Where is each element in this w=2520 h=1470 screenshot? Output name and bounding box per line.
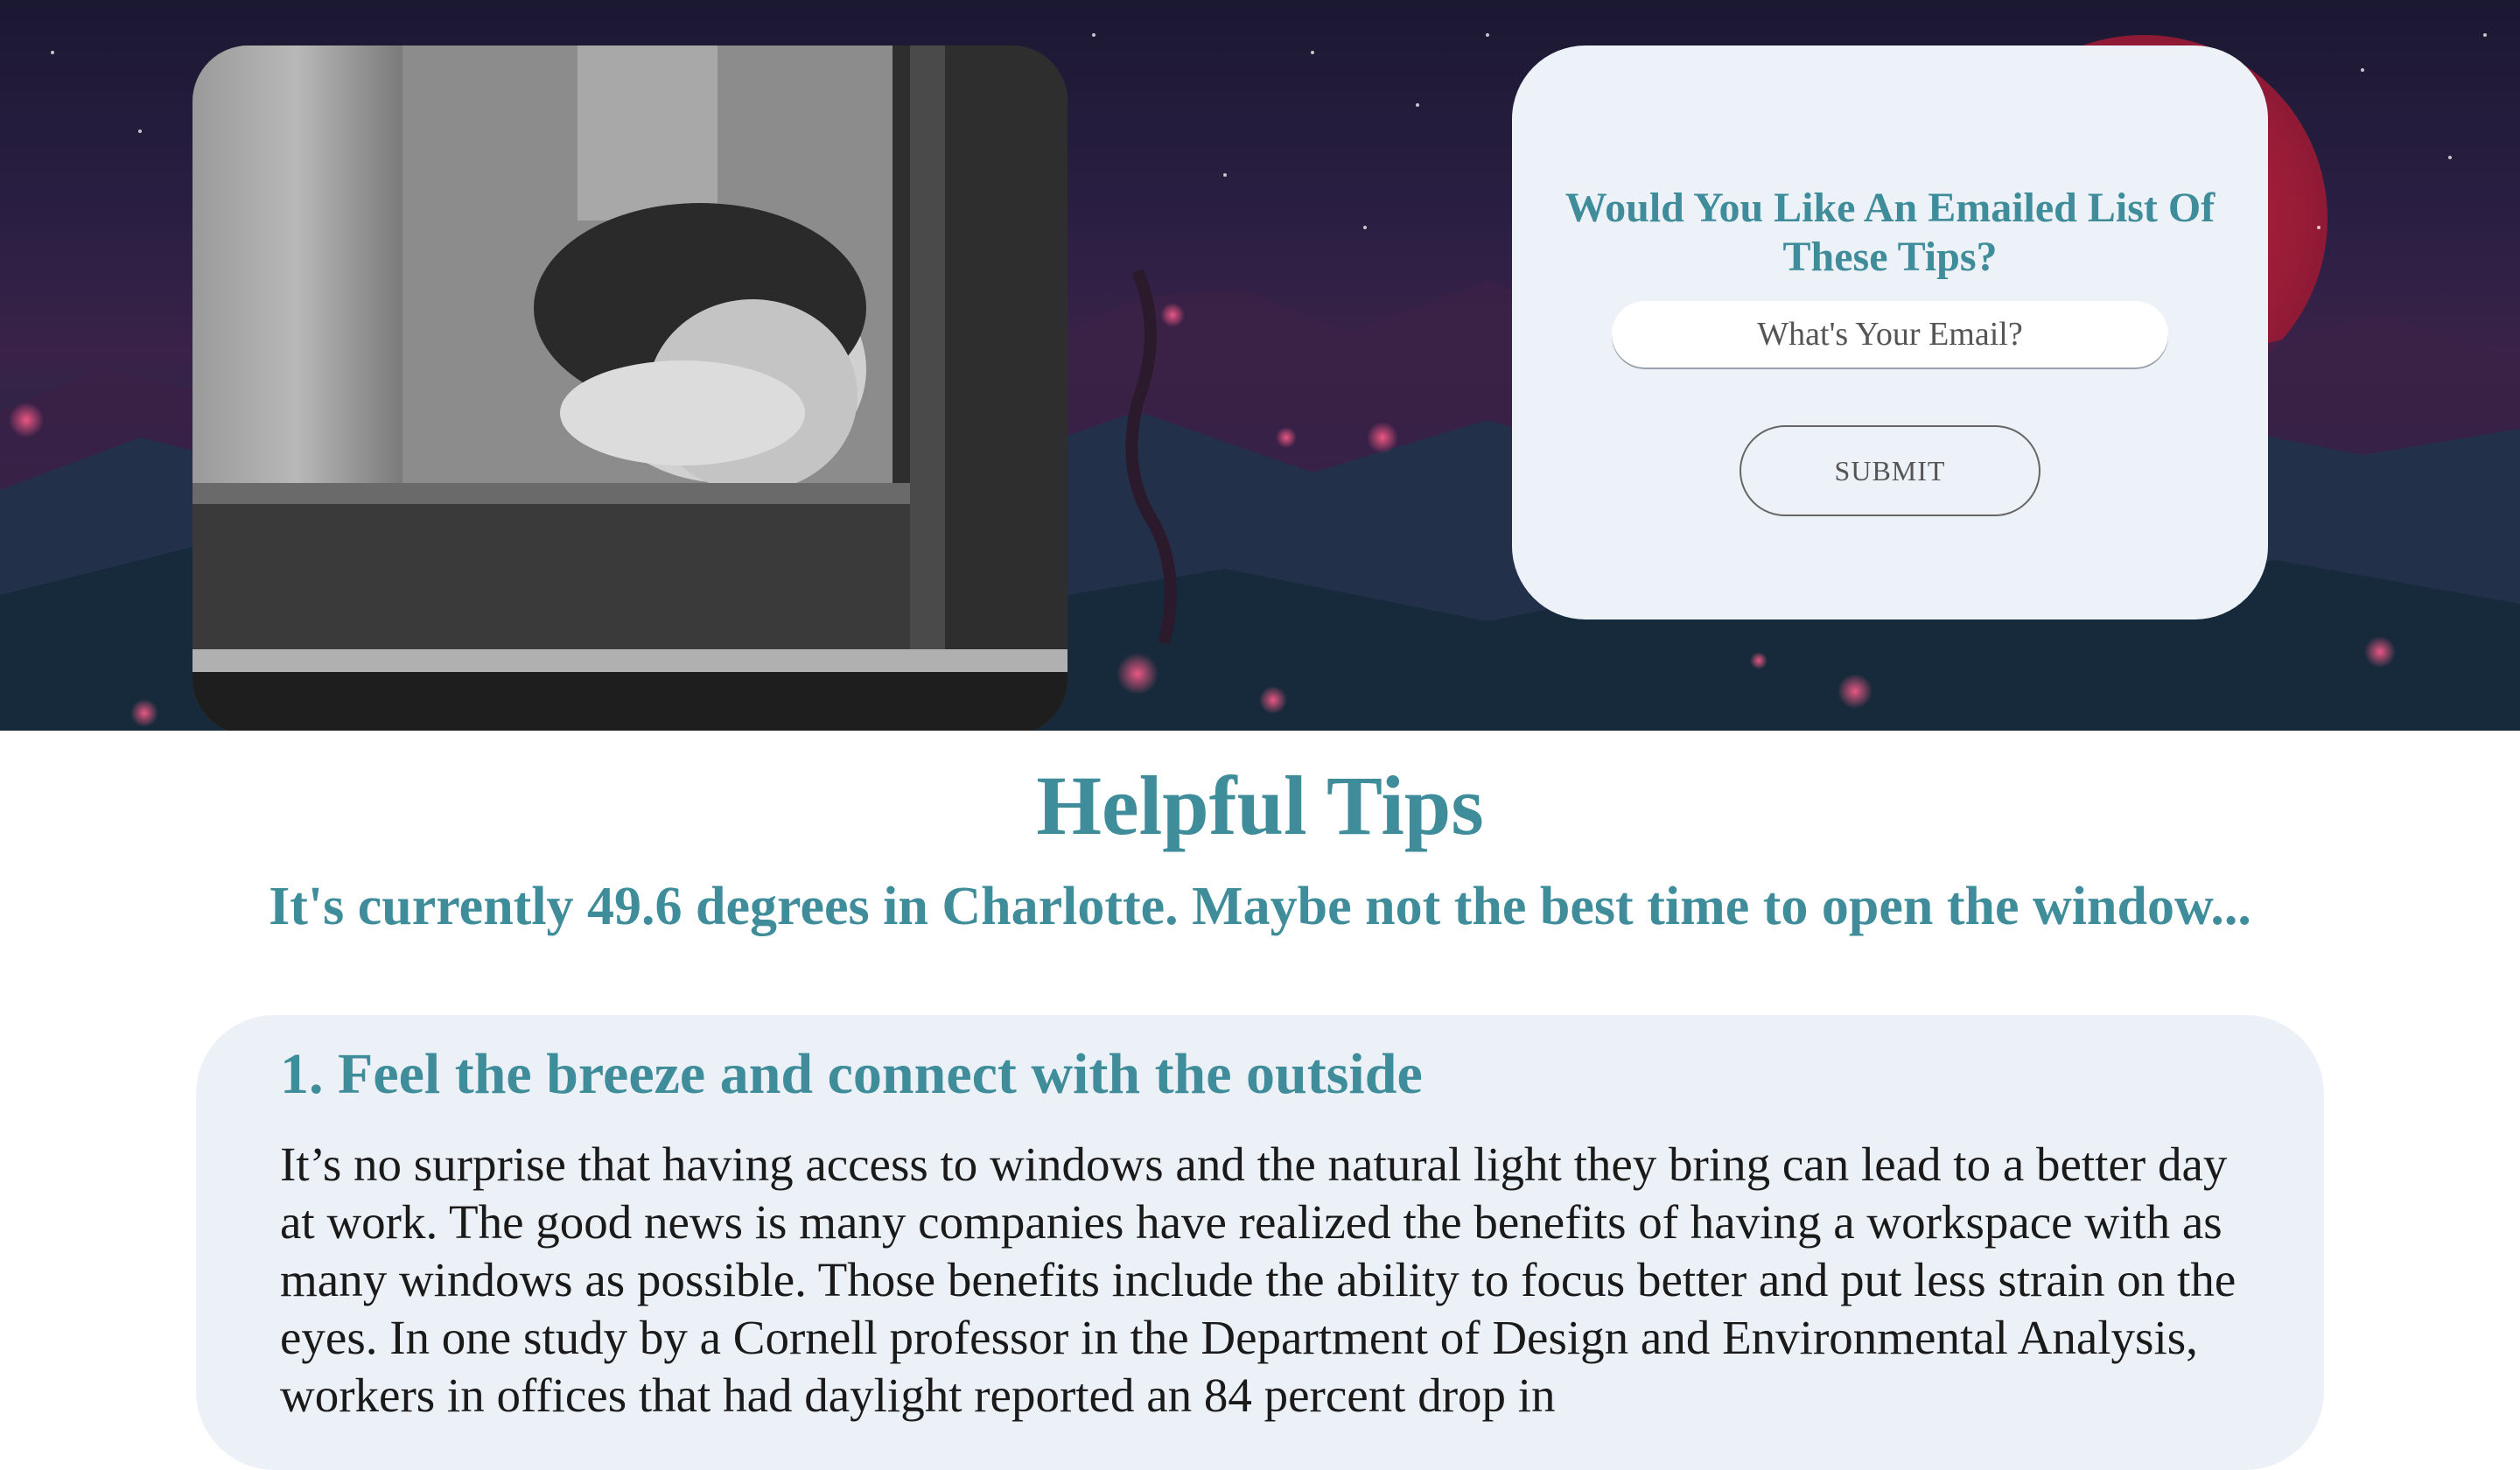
page-title: Helpful Tips xyxy=(1036,759,1484,852)
submit-button[interactable]: SUBMIT xyxy=(1740,425,2040,516)
weather-message: It's currently 49.6 degrees in Charlotte… xyxy=(269,877,2251,936)
child-at-window-photo xyxy=(192,46,1068,731)
tip-body: It’s no surprise that having access to w… xyxy=(280,1138,2236,1422)
email-input[interactable] xyxy=(1612,301,2168,368)
tip-card: 1. Feel the breeze and connect with the … xyxy=(196,1015,2324,1470)
email-signup-card: Would You Like An Emailed List Of These … xyxy=(1512,46,2268,620)
tip-heading: 1. Feel the breeze and connect with the … xyxy=(280,1042,1423,1106)
signup-title: Would You Like An Emailed List Of These … xyxy=(1564,184,2216,280)
hero-banner: Would You Like An Emailed List Of These … xyxy=(0,0,2520,731)
